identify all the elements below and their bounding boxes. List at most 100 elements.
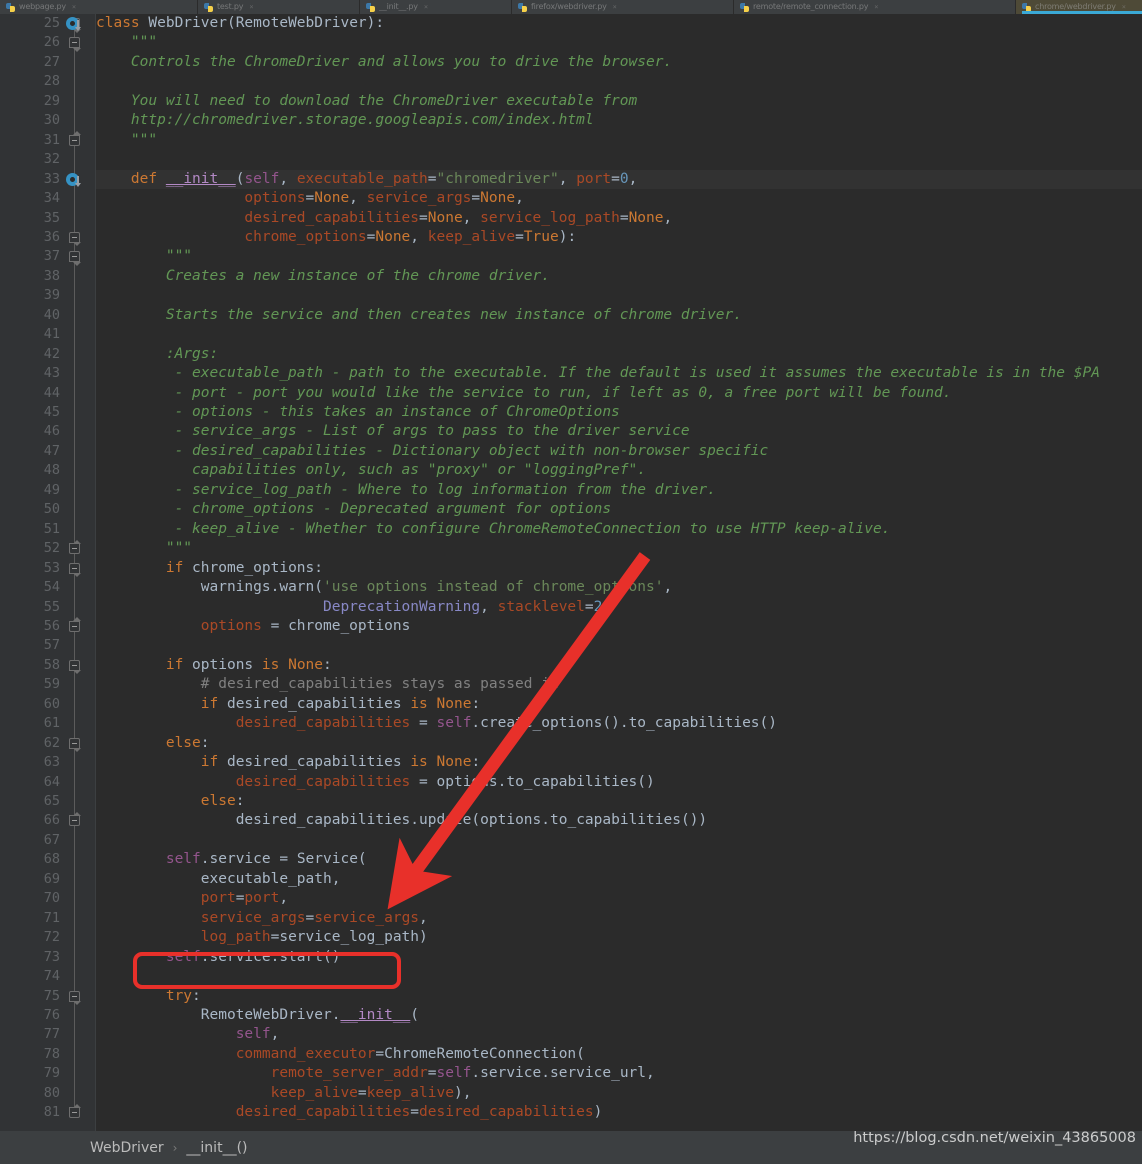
code-line[interactable]: if chrome_options:	[96, 559, 1142, 578]
close-icon[interactable]: ×	[72, 3, 76, 11]
code-line[interactable]: - chrome_options - Deprecated argument f…	[96, 500, 1142, 519]
code-line[interactable]: chrome_options=None, keep_alive=True):	[96, 228, 1142, 247]
code-line[interactable]: capabilities only, such as "proxy" or "l…	[96, 461, 1142, 480]
code-line[interactable]: executable_path,	[96, 870, 1142, 889]
code-line[interactable]: if desired_capabilities is None:	[96, 695, 1142, 714]
code-line[interactable]: desired_capabilities.update(options.to_c…	[96, 811, 1142, 830]
code-line-text: capabilities only, such as "proxy" or "l…	[96, 462, 646, 479]
code-line[interactable]: - keep_alive - Whether to configure Chro…	[96, 520, 1142, 539]
editor-tab-2[interactable]: __init__.py ×	[360, 0, 512, 14]
fold-tip-icon	[72, 242, 81, 247]
fold-collapse-icon[interactable]	[69, 251, 80, 263]
code-line[interactable]: options = chrome_options	[96, 617, 1142, 636]
code-line[interactable]: - desired_capabilities - Dictionary obje…	[96, 442, 1142, 461]
fold-end-icon[interactable]	[69, 134, 80, 146]
code-line[interactable]: service_args=service_args,	[96, 909, 1142, 928]
editor-tab-0[interactable]: webpage.py ×	[0, 0, 198, 14]
code-line[interactable]: else:	[96, 792, 1142, 811]
code-line[interactable]: else:	[96, 734, 1142, 753]
code-line[interactable]: Starts the service and then creates new …	[96, 306, 1142, 325]
code-line[interactable]	[96, 831, 1142, 850]
fold-collapse-icon[interactable]	[69, 990, 80, 1002]
code-line[interactable]: :Args:	[96, 345, 1142, 364]
close-icon[interactable]: ×	[249, 3, 253, 11]
code-line[interactable]	[96, 150, 1142, 169]
code-line[interactable]: # desired_capabilities stays as passed i…	[96, 675, 1142, 694]
overrides-method-icon[interactable]	[66, 17, 80, 31]
code-line[interactable]	[96, 636, 1142, 655]
fold-collapse-icon[interactable]	[69, 737, 80, 749]
code-line[interactable]: self.service = Service(	[96, 850, 1142, 869]
code-line[interactable]: http://chromedriver.storage.googleapis.c…	[96, 111, 1142, 130]
code-line[interactable]: You will need to download the ChromeDriv…	[96, 92, 1142, 111]
code-editor[interactable]: 25 26 27 28 29 30 31 32 33 34 35 36 37 38 39 40 41 42 43 44…	[0, 14, 1142, 1131]
fold-collapse-icon[interactable]	[69, 562, 80, 574]
breadcrumb[interactable]: WebDriver › __init__()	[90, 1140, 248, 1156]
code-line[interactable]: DeprecationWarning, stacklevel=2)	[96, 598, 1142, 617]
close-icon[interactable]: ×	[424, 3, 428, 11]
code-line[interactable]: log_path=service_log_path)	[96, 928, 1142, 947]
fold-end-icon[interactable]	[69, 620, 80, 632]
fold-end-icon[interactable]	[69, 543, 80, 555]
code-line[interactable]: RemoteWebDriver.__init__(	[96, 1006, 1142, 1025]
code-line[interactable]: desired_capabilities = options.to_capabi…	[96, 773, 1142, 792]
code-line[interactable]: try:	[96, 987, 1142, 1006]
line-number: 26	[43, 34, 60, 51]
code-line[interactable]: - service_log_path - Where to log inform…	[96, 481, 1142, 500]
code-line[interactable]: keep_alive=keep_alive),	[96, 1084, 1142, 1103]
code-line-text: class WebDriver(RemoteWebDriver):	[96, 15, 385, 31]
code-line[interactable]: port=port,	[96, 889, 1142, 908]
line-number: 52	[43, 540, 60, 557]
fold-end-icon[interactable]	[69, 1107, 80, 1119]
code-line[interactable]: """	[96, 539, 1142, 558]
editor-tab-4[interactable]: remote/remote_connection.py ×	[734, 0, 1016, 14]
code-line[interactable]: remote_server_addr=self.service.service_…	[96, 1064, 1142, 1083]
editor-tab-label: firefox/webdriver.py	[531, 2, 607, 11]
code-line[interactable]: desired_capabilities=desired_capabilitie…	[96, 1103, 1142, 1122]
code-line-text: """	[96, 248, 193, 265]
code-line[interactable]: self,	[96, 1025, 1142, 1044]
editor-tab-3[interactable]: firefox/webdriver.py ×	[512, 0, 734, 14]
code-line[interactable]	[96, 967, 1142, 986]
fold-collapse-icon[interactable]	[69, 659, 80, 671]
close-icon[interactable]: ×	[874, 3, 878, 11]
code-line[interactable]: - port - port you would like the service…	[96, 384, 1142, 403]
code-line[interactable]: """	[96, 247, 1142, 266]
fold-collapse-icon[interactable]	[69, 231, 80, 243]
code-line[interactable]: class WebDriver(RemoteWebDriver):	[96, 14, 1142, 33]
code-line[interactable]: - options - this takes an instance of Ch…	[96, 403, 1142, 422]
editor-tab-5[interactable]: chrome/webdriver.py ×	[1016, 0, 1142, 14]
code-line-text: Controls the ChromeDriver and allows you…	[96, 53, 673, 70]
code-line[interactable]	[96, 72, 1142, 91]
code-line[interactable]: """	[96, 131, 1142, 150]
editor-tab-1[interactable]: test.py ×	[198, 0, 360, 14]
code-line[interactable]: options=None, service_args=None,	[96, 189, 1142, 208]
code-line-text: executable_path,	[200, 870, 341, 887]
fold-collapse-icon[interactable]	[69, 37, 80, 49]
editor-tab-bar[interactable]: webpage.py × test.py × __init__.py × firefox/w…	[0, 0, 1142, 14]
code-line[interactable]: - service_args - List of args to pass to…	[96, 422, 1142, 441]
code-line[interactable]: desired_capabilities=None, service_log_p…	[96, 209, 1142, 228]
code-line[interactable]: self.service.start()	[96, 948, 1142, 967]
code-line[interactable]: Controls the ChromeDriver and allows you…	[96, 53, 1142, 72]
code-line[interactable]: desired_capabilities = self.create_optio…	[96, 714, 1142, 733]
code-line[interactable]	[96, 325, 1142, 344]
code-line[interactable]: - executable_path - path to the executab…	[96, 364, 1142, 383]
breadcrumb-item-method[interactable]: __init__()	[186, 1140, 247, 1156]
code-text-area[interactable]: class WebDriver(RemoteWebDriver): """ Co…	[96, 14, 1142, 1131]
close-icon[interactable]: ×	[613, 3, 617, 11]
breadcrumb-item-class[interactable]: WebDriver	[90, 1140, 164, 1156]
code-line[interactable]: def __init__(self, executable_path="chro…	[96, 169, 1142, 190]
code-line[interactable]: warnings.warn('use options instead of ch…	[96, 578, 1142, 597]
close-icon[interactable]: ×	[1122, 3, 1126, 11]
code-line[interactable]: command_executor=ChromeRemoteConnection(	[96, 1045, 1142, 1064]
code-line[interactable]: if desired_capabilities is None:	[96, 753, 1142, 772]
fold-end-icon[interactable]	[69, 815, 80, 827]
code-line-text: self.service.start()	[165, 948, 341, 965]
code-line[interactable]	[96, 286, 1142, 305]
code-line[interactable]: Creates a new instance of the chrome dri…	[96, 267, 1142, 286]
code-line[interactable]: """	[96, 33, 1142, 52]
editor-gutter[interactable]: 25 26 27 28 29 30 31 32 33 34 35 36 37 38 39 40 41 42 43 44…	[0, 14, 96, 1131]
overrides-method-icon[interactable]	[66, 172, 80, 187]
code-line[interactable]: if options is None:	[96, 656, 1142, 675]
